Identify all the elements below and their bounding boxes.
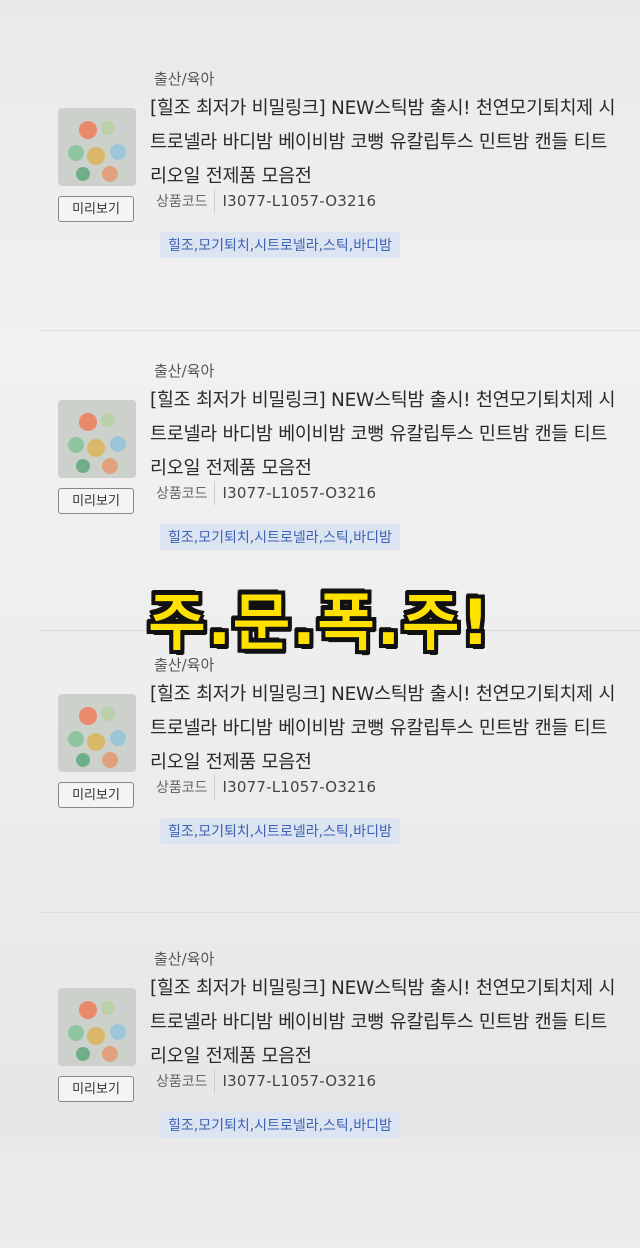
product-code-label: 상품코드 bbox=[150, 1069, 215, 1093]
product-code-value: I3077-L1057-O3216 bbox=[222, 778, 377, 796]
product-item[interactable]: 출산/육아 [힐조 최저가 비밀링크] NEW스틱밤 출시! 천연모기퇴치제 시… bbox=[0, 654, 640, 954]
overlay-caption: 주.문.폭.주! bbox=[148, 586, 492, 659]
product-category: 출산/육아 bbox=[154, 362, 215, 380]
product-code-row: 상품코드 I3077-L1057-O3216 bbox=[150, 478, 376, 508]
product-item[interactable]: 출산/육아 [힐조 최저가 비밀링크] NEW스틱밤 출시! 천연모기퇴치제 시… bbox=[0, 68, 640, 368]
product-code-value: I3077-L1057-O3216 bbox=[222, 192, 377, 210]
product-thumbnail[interactable] bbox=[58, 108, 136, 186]
product-thumbnail[interactable] bbox=[58, 694, 136, 772]
product-category: 출산/육아 bbox=[154, 950, 215, 968]
product-code-label: 상품코드 bbox=[150, 481, 215, 505]
product-tags[interactable]: 힐조,모기퇴치,시트로넬라,스틱,바디밤 bbox=[160, 1112, 400, 1138]
product-item[interactable]: 출산/육아 [힐조 최저가 비밀링크] NEW스틱밤 출시! 천연모기퇴치제 시… bbox=[0, 948, 640, 1248]
product-title[interactable]: [힐조 최저가 비밀링크] NEW스틱밤 출시! 천연모기퇴치제 시트로넬라 바… bbox=[150, 384, 620, 486]
product-thumbnail[interactable] bbox=[58, 400, 136, 478]
product-list-screen: 출산/육아 [힐조 최저가 비밀링크] NEW스틱밤 출시! 천연모기퇴치제 시… bbox=[0, 0, 640, 1138]
product-code-row: 상품코드 I3077-L1057-O3216 bbox=[150, 1066, 376, 1096]
product-title[interactable]: [힐조 최저가 비밀링크] NEW스틱밤 출시! 천연모기퇴치제 시트로넬라 바… bbox=[150, 92, 620, 194]
preview-button[interactable]: 미리보기 bbox=[58, 1076, 134, 1102]
product-tags[interactable]: 힐조,모기퇴치,시트로넬라,스틱,바디밤 bbox=[160, 818, 400, 844]
divider bbox=[40, 912, 640, 913]
product-code-row: 상품코드 I3077-L1057-O3216 bbox=[150, 186, 376, 216]
product-code-value: I3077-L1057-O3216 bbox=[222, 1072, 377, 1090]
product-code-row: 상품코드 I3077-L1057-O3216 bbox=[150, 772, 376, 802]
product-tags[interactable]: 힐조,모기퇴치,시트로넬라,스틱,바디밤 bbox=[160, 524, 400, 550]
product-tags[interactable]: 힐조,모기퇴치,시트로넬라,스틱,바디밤 bbox=[160, 232, 400, 258]
preview-button[interactable]: 미리보기 bbox=[58, 196, 134, 222]
product-title[interactable]: [힐조 최저가 비밀링크] NEW스틱밤 출시! 천연모기퇴치제 시트로넬라 바… bbox=[150, 678, 620, 780]
product-thumbnail[interactable] bbox=[58, 988, 136, 1066]
divider bbox=[40, 330, 640, 331]
preview-button[interactable]: 미리보기 bbox=[58, 488, 134, 514]
product-code-value: I3077-L1057-O3216 bbox=[222, 484, 377, 502]
product-title[interactable]: [힐조 최저가 비밀링크] NEW스틱밤 출시! 천연모기퇴치제 시트로넬라 바… bbox=[150, 972, 620, 1074]
product-code-label: 상품코드 bbox=[150, 775, 215, 799]
product-code-label: 상품코드 bbox=[150, 189, 215, 213]
product-category: 출산/육아 bbox=[154, 70, 215, 88]
preview-button[interactable]: 미리보기 bbox=[58, 782, 134, 808]
